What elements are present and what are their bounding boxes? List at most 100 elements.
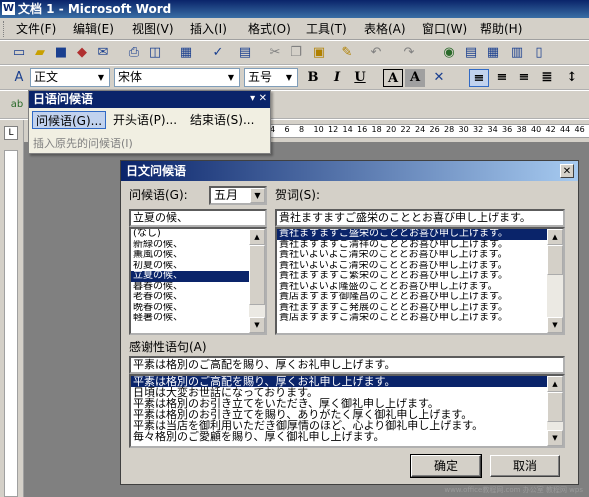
new-document-icon[interactable]: ▭ [10,44,28,62]
menu-format[interactable]: 格式(O) [248,21,291,37]
list-item[interactable]: 老春の候、 [131,292,265,303]
align-justify-button[interactable]: ≡ [469,69,489,87]
list-item[interactable]: 貴社ますますご清祥のこととお喜び申し上げます。 [277,240,563,251]
word-app-icon[interactable]: W [2,2,15,15]
spelling-icon[interactable]: ✓ [209,44,227,62]
menu-help[interactable]: 帮助(H) [480,21,522,37]
tables-borders-icon[interactable]: ▤ [462,44,480,62]
congrats-input[interactable]: 貴社ますますご盛栄のこととお喜び申し上げます。 [275,209,565,227]
tab-selector[interactable]: L [4,126,18,140]
list-item[interactable]: 貴店ますますご清栄のこととお喜び申し上げます。 [277,313,563,324]
char-shading-button[interactable]: A [405,69,425,87]
style-dropdown[interactable]: 正文 ▼ [30,68,110,87]
align-right-button[interactable]: ≡ [514,69,534,87]
italic-button[interactable]: I [327,69,347,87]
thanks-scrollbar[interactable]: ▲ ▼ [547,376,563,446]
dialog-titlebar[interactable]: 日文问候语 ✕ [121,161,578,181]
opening-button[interactable]: 开头语(P)... [110,111,180,129]
permission-icon[interactable]: ◆ [73,44,91,62]
print-preview-icon[interactable]: ◫ [146,44,164,62]
print-icon[interactable]: ⎙ [125,44,143,62]
scroll-up-icon[interactable]: ▲ [547,376,563,392]
scroll-thumb[interactable] [547,392,563,422]
greeting-input[interactable]: 立夏の候、 [129,209,267,227]
scroll-up-icon[interactable]: ▲ [249,229,265,245]
menubar-grip[interactable] [3,21,6,37]
menu-tools[interactable]: 工具(T) [306,21,347,37]
scroll-up-icon[interactable]: ▲ [547,229,563,245]
greeting-scrollbar[interactable]: ▲ ▼ [249,229,265,333]
greeting-listbox[interactable]: (なし) 新緑の候、 薫風の候、 初夏の候、 立夏の候、 暮春の候、 老春の候、 晩春の候、軽… [129,227,267,335]
autotext-icon[interactable]: ab [8,96,26,114]
list-item[interactable]: 平素は格別のご高配を賜り、厚くお礼申し上げます。 [131,376,563,387]
insert-table-icon[interactable]: ▦ [484,44,502,62]
list-item[interactable]: 貴店ますます御隆昌のこととお喜び申し上げます。 [277,292,563,303]
list-item[interactable]: 立夏の候、 [131,271,265,282]
thanks-input[interactable]: 平素は格別のご高配を賜り、厚くお礼申し上げます。 [129,356,565,374]
research-book-icon[interactable]: ▤ [236,44,254,62]
list-item[interactable]: 平素は格別のお引き立てを賜り、ありがたく厚く御礼申し上げます。 [131,409,563,420]
ok-button[interactable]: 确定 [410,454,482,478]
closing-button[interactable]: 结束语(S)... [187,111,257,129]
greeting-button[interactable]: 问候语(G)... [32,111,107,129]
thanks-listbox[interactable]: 平素は格別のご高配を賜り、厚くお礼申し上げます。 日頃は大変お世話になっております… [129,374,565,448]
list-item[interactable]: 貴社いよいよ隆盛のこととお喜び申し上げます。 [277,282,563,293]
research-icon[interactable]: ▦ [177,44,195,62]
list-item[interactable]: 軽暑の候、 [131,313,265,324]
scroll-thumb[interactable] [249,245,265,305]
list-item[interactable]: 初夏の候、 [131,261,265,272]
close-icon[interactable]: ✕ [560,164,574,178]
congrats-listbox[interactable]: 貴社ますますご盛栄のこととお喜び申し上げます。 貴社ますますご清祥のこととお喜び申… [275,227,565,335]
cancel-button[interactable]: 取消 [490,455,560,477]
list-item[interactable]: (なし) [131,229,265,240]
email-icon[interactable]: ✉ [94,44,112,62]
list-item[interactable]: 毎々格別のご愛顧を賜り、厚く御礼申し上げます。 [131,431,563,442]
list-item[interactable]: 貴社ますますご発展のこととお喜び申し上げます。 [277,303,563,314]
cut-icon[interactable]: ✂ [266,44,284,62]
list-item[interactable]: 薫風の候、 [131,250,265,261]
list-item[interactable]: 貴社ますますご盛栄のこととお喜び申し上げます。 [277,229,563,240]
save-icon[interactable]: ■ [52,44,70,62]
scroll-thumb[interactable] [547,245,563,275]
menu-window[interactable]: 窗口(W) [422,21,467,37]
styles-formatting-icon[interactable]: A [10,69,28,87]
list-item[interactable]: 貴社ますますご繁栄のこととお喜び申し上げます。 [277,271,563,282]
menu-insert[interactable]: 插入(I) [190,21,227,37]
list-item[interactable]: 新緑の候、 [131,240,265,251]
redo-icon[interactable]: ↷ [400,44,418,62]
font-size-dropdown[interactable]: 五号 ▼ [244,68,298,87]
hyperlink-icon[interactable]: ◉ [440,44,458,62]
menu-edit[interactable]: 编辑(E) [73,21,114,37]
menu-view[interactable]: 视图(V) [132,21,174,37]
undo-icon[interactable]: ↶ [367,44,385,62]
phonetic-guide-icon[interactable]: ✕ [430,69,448,87]
scroll-down-icon[interactable]: ▼ [547,430,563,446]
columns-icon[interactable]: ▯ [530,44,548,62]
underline-button[interactable]: U [350,69,370,87]
distributed-button[interactable]: ≣ [537,69,557,87]
align-center-button[interactable]: ≡ [492,69,512,87]
list-item[interactable]: 暮春の候、 [131,282,265,293]
format-painter-icon[interactable]: ✎ [338,44,356,62]
list-item[interactable]: 貴社いよいよご清栄のこととお喜び申し上げます。 [277,250,563,261]
list-item[interactable]: 貴社いよいよご清栄のこととお喜び申し上げます。 [277,261,563,272]
font-dropdown[interactable]: 宋体 ▼ [114,68,240,87]
line-spacing-button[interactable]: ↕ [562,69,582,87]
bold-button[interactable]: B [303,69,323,87]
open-folder-icon[interactable]: ▰ [31,44,49,62]
scroll-down-icon[interactable]: ▼ [249,317,265,333]
copy-icon[interactable]: ❐ [287,44,305,62]
toolbar-options-icon[interactable]: ▾ ✕ [250,92,267,106]
congrats-scrollbar[interactable]: ▲ ▼ [547,229,563,333]
menu-table[interactable]: 表格(A) [364,21,406,37]
month-select[interactable]: 五月 ▼ [209,186,267,205]
scroll-down-icon[interactable]: ▼ [547,317,563,333]
insert-previous-greeting[interactable]: 插入原先的问候语(I) [33,135,133,153]
paste-icon[interactable]: ▣ [310,44,328,62]
list-item[interactable]: 日頃は大変お世話になっております。 [131,387,563,398]
list-item[interactable]: 平素は格別のお引き立てをいただき、厚く御礼申し上げます。 [131,398,563,409]
list-item[interactable]: 晩春の候、 [131,303,265,314]
list-item[interactable]: 平素は当店を御利用いただき御厚情のほど、心より御礼申し上げます。 [131,420,563,431]
float-toolbar-title[interactable]: 日语问候语 ▾ ✕ [29,91,270,108]
char-border-button[interactable]: A [383,69,403,87]
